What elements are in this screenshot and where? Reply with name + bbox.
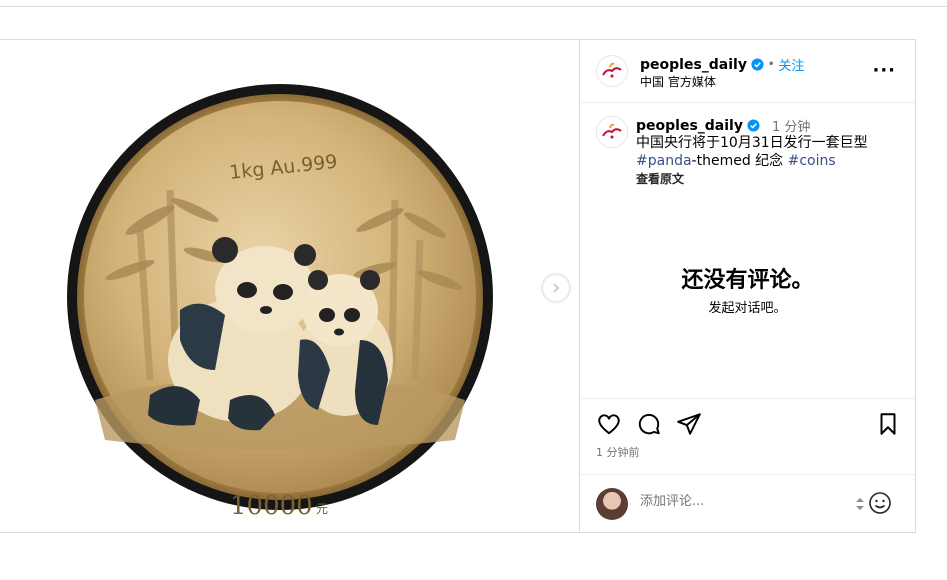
peoples-daily-logo <box>602 123 622 139</box>
comment-composer <box>580 474 915 532</box>
post-timestamp[interactable]: 1 分钟前 <box>596 444 640 460</box>
caption-mid: -themed 纪念 <box>691 153 788 169</box>
current-user-avatar <box>596 488 628 520</box>
no-comments-subtitle: 发起对话吧。 <box>708 301 787 316</box>
verified-badge-icon <box>751 58 764 71</box>
more-options-icon[interactable]: ··· <box>872 62 896 80</box>
caption-text: 中国央行将于10月31日发行一套巨型 #panda-themed 纪念 #coi… <box>636 134 906 170</box>
verified-badge-icon <box>747 119 760 132</box>
heart-icon[interactable] <box>596 411 622 437</box>
caption-avatar[interactable] <box>596 116 628 148</box>
caption-username[interactable]: peoples_daily <box>636 118 743 134</box>
post-header: peoples_daily • 关注 中国 官方媒体 ··· <box>580 40 915 103</box>
caption-author: peoples_daily 1 分钟 <box>636 116 811 136</box>
hashtag-panda[interactable]: #panda <box>636 153 692 169</box>
caption-line1: 中国央行将于10月31日发行一套巨型 <box>636 135 868 151</box>
post-location[interactable]: 中国 官方媒体 <box>640 73 716 90</box>
next-image-button[interactable] <box>542 274 570 302</box>
post-author: peoples_daily • 关注 <box>640 55 804 75</box>
no-comments-title: 还没有评论。 <box>681 268 814 293</box>
panda-coin-image: 1kg Au.999 10000 元 <box>67 84 493 521</box>
see-original-button[interactable]: 查看原文 <box>636 170 684 187</box>
separator-dot: • <box>767 59 775 70</box>
bookmark-icon[interactable] <box>875 411 901 437</box>
top-divider <box>0 6 947 7</box>
chevron-right-icon <box>553 283 560 293</box>
sort-arrows-icon[interactable] <box>853 495 867 513</box>
post-caption: peoples_daily 1 分钟 中国央行将于10月31日发行一套巨型 #p… <box>580 104 915 398</box>
post-card: 1kg Au.999 10000 元 peoples_daily • 关注 中国… <box>0 39 916 533</box>
author-username[interactable]: peoples_daily <box>640 57 747 73</box>
follow-button[interactable]: 关注 <box>778 55 804 74</box>
coin-denomination-unit: 元 <box>316 502 328 516</box>
peoples-daily-logo <box>602 62 622 78</box>
comment-icon[interactable] <box>636 411 662 437</box>
share-icon[interactable] <box>676 411 702 437</box>
caption-time: 1 分钟 <box>771 120 811 135</box>
coin-denomination: 10000 <box>230 491 313 521</box>
post-side-panel: peoples_daily • 关注 中国 官方媒体 ··· peoples_d… <box>579 40 915 532</box>
comment-input[interactable] <box>640 494 840 509</box>
emoji-icon[interactable] <box>868 491 892 515</box>
post-actions: 1 分钟前 <box>580 398 915 474</box>
hashtag-coins[interactable]: #coins <box>788 153 836 169</box>
post-media[interactable]: 1kg Au.999 10000 元 <box>0 40 579 532</box>
avatar[interactable] <box>596 55 628 87</box>
